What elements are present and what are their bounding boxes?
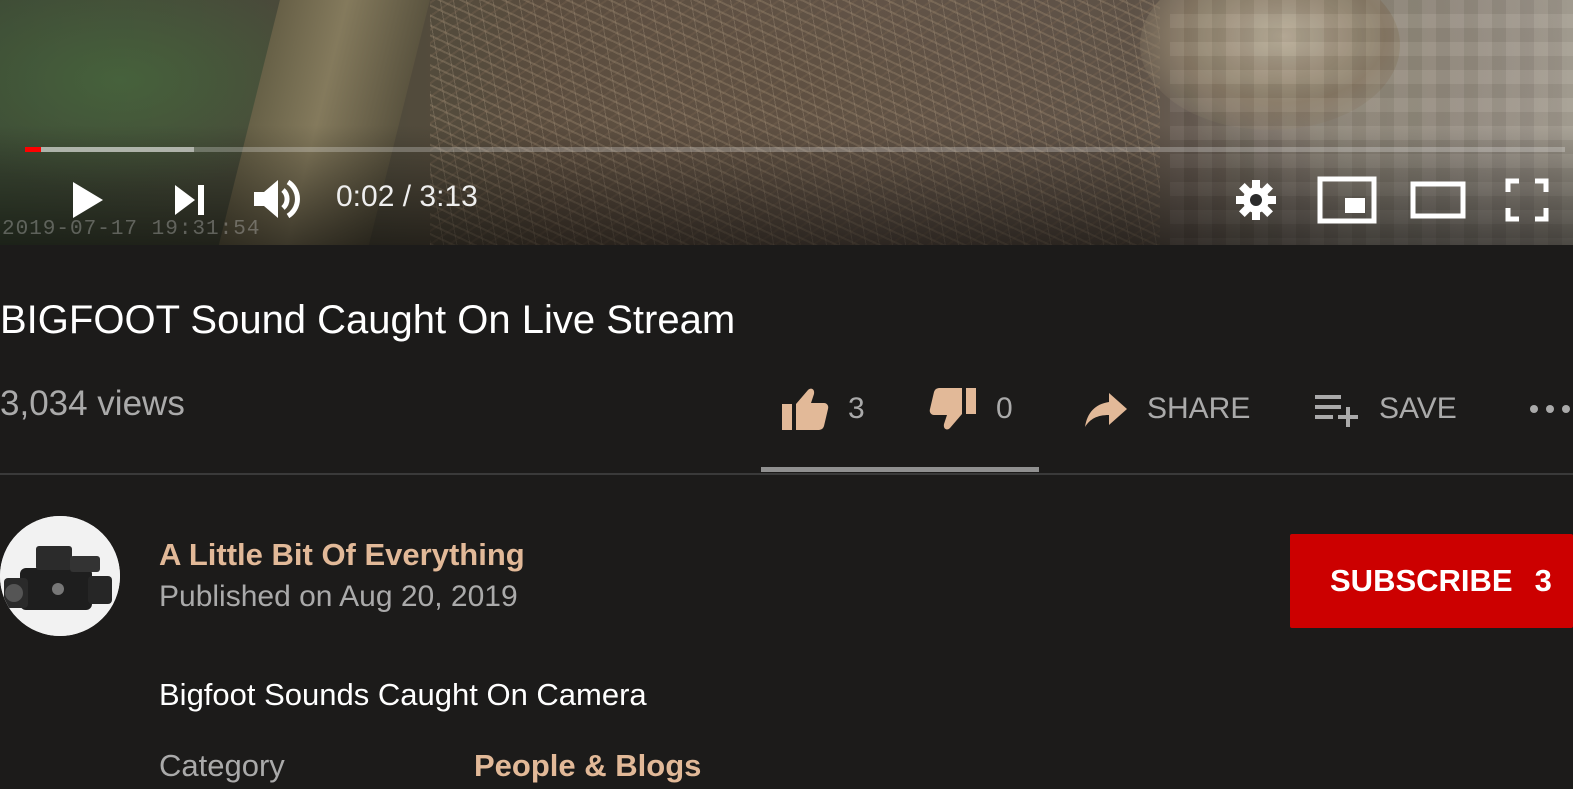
fullscreen-button[interactable] [1503,176,1551,224]
video-description: Bigfoot Sounds Caught On Camera [159,677,647,712]
thumbs-down-icon [928,386,978,432]
playlist-add-icon [1313,389,1361,429]
subscribe-button[interactable]: SUBSCRIBE 3 [1290,534,1573,628]
like-dislike-ratio-bar [761,467,1039,472]
volume-button[interactable] [248,174,304,224]
progress-buffered [25,147,195,152]
like-button[interactable]: 3 [780,384,865,434]
gear-icon [1234,178,1278,222]
next-icon [171,183,207,217]
save-label: SAVE [1379,392,1457,425]
view-count: 3,034 views [0,384,185,423]
volume-icon [250,176,302,222]
video-title: BIGFOOT Sound Caught On Live Stream [0,298,736,342]
category-link[interactable]: People & Blogs [474,748,701,784]
publish-date: Published on Aug 20, 2019 [159,580,518,613]
subscriber-count: 3 [1534,563,1552,598]
theater-mode-button[interactable] [1408,178,1468,222]
share-label: SHARE [1147,392,1251,425]
time-display: 0:02 / 3:13 [336,180,478,213]
video-player[interactable]: 2019-07-17 19:31:54 0:02 / 3:13 [0,0,1573,245]
next-button[interactable] [165,178,213,222]
channel-avatar[interactable] [0,516,120,636]
section-divider [0,473,1573,475]
save-button[interactable]: SAVE [1313,384,1457,434]
video-watch-page: 2019-07-17 19:31:54 0:02 / 3:13 BIGFOOT … [0,0,1573,789]
share-arrow-icon [1083,389,1129,429]
play-button[interactable] [62,176,112,224]
like-count: 3 [848,392,865,425]
progress-played [25,147,42,152]
thumbs-up-icon [780,386,830,432]
camera-timestamp-overlay: 2019-07-17 19:31:54 [2,218,261,241]
more-horizontal-icon [1528,403,1573,415]
fullscreen-icon [1505,178,1549,222]
camcorder-icon [0,516,120,636]
theater-mode-icon [1410,181,1466,219]
dislike-button[interactable]: 0 [928,384,1013,434]
subscribe-label: SUBSCRIBE [1330,563,1513,598]
dislike-count: 0 [996,392,1013,425]
miniplayer-button[interactable] [1316,174,1378,226]
channel-name[interactable]: A Little Bit Of Everything [159,537,525,573]
miniplayer-icon [1317,176,1377,224]
category-label: Category [159,748,285,783]
more-actions-button[interactable] [1528,384,1573,434]
settings-button[interactable] [1232,176,1280,224]
progress-bar[interactable] [25,147,1565,152]
play-icon [69,180,105,220]
share-button[interactable]: SHARE [1083,384,1250,434]
